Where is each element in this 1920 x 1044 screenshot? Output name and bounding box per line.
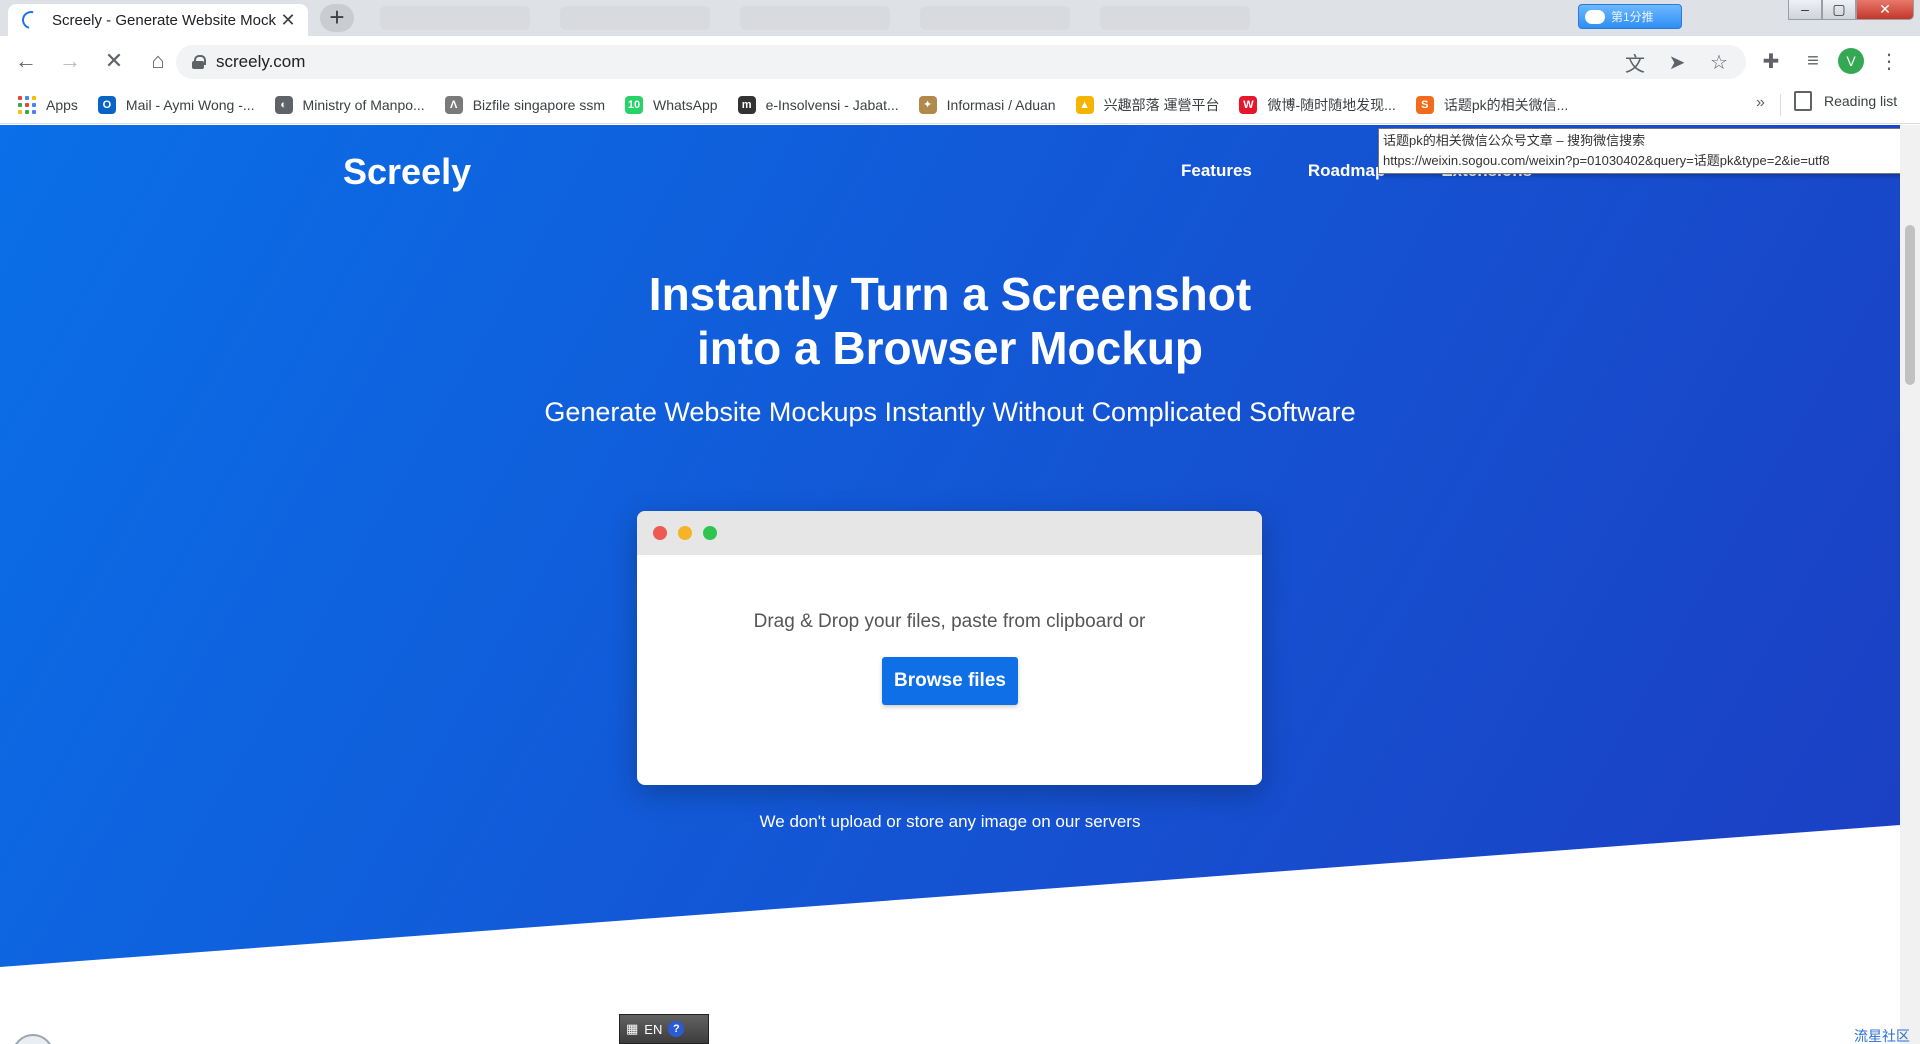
tab-strip: Screely - Generate Website Mock ✕ + 第1分推… — [0, 0, 1920, 36]
scrollbar-thumb[interactable] — [1905, 225, 1915, 385]
maximize-button[interactable]: ▢ — [1822, 0, 1856, 20]
bookmark-label: e-Insolvensi - Jabat... — [765, 96, 899, 113]
window-dot-green-icon — [703, 526, 717, 540]
hero-headline: Instantly Turn a Screenshot into a Brows… — [0, 267, 1900, 375]
background-tab[interactable] — [380, 6, 530, 30]
upload-dropzone[interactable]: Drag & Drop your files, paste from clipb… — [637, 511, 1262, 785]
headline-line-1: Instantly Turn a Screenshot — [648, 268, 1252, 320]
browse-files-button[interactable]: Browse files — [882, 657, 1018, 705]
tooltip-url: https://weixin.sogou.com/weixin?p=010304… — [1383, 153, 1830, 168]
window-controls: – ▢ ✕ — [1788, 0, 1914, 20]
bookmarks-overflow-icon[interactable]: » — [1756, 94, 1765, 112]
bookmarks-divider — [1780, 94, 1781, 116]
page-viewport: Screely Features Roadmap Extensions Inst… — [0, 125, 1900, 1044]
sogou-icon: S — [1415, 95, 1434, 114]
back-arrow-icon[interactable]: ← — [8, 43, 44, 79]
bookmark-item[interactable]: ◐ Ministry of Manpo... — [274, 95, 425, 114]
bookmark-label: Informasi / Aduan — [946, 96, 1056, 113]
nav-link-roadmap[interactable]: Roadmap — [1308, 161, 1385, 181]
bookmark-item[interactable]: ✦ Informasi / Aduan — [918, 95, 1056, 114]
globe-icon: ◐ — [274, 95, 293, 114]
background-tab[interactable] — [920, 6, 1070, 30]
mdi-icon: m — [737, 95, 756, 114]
profile-avatar[interactable]: V — [1838, 48, 1864, 74]
home-icon[interactable]: ⌂ — [140, 43, 176, 79]
window-dot-red-icon — [653, 526, 667, 540]
window-close-button[interactable]: ✕ — [1856, 0, 1914, 20]
crest-icon: ✦ — [918, 95, 937, 114]
bookmark-label: 话题pk的相关微信... — [1443, 96, 1569, 113]
link-tooltip: 话题pk的相关微信公众号文章 – 搜狗微信搜索 https://weixin.s… — [1378, 128, 1918, 174]
bookmark-star-icon[interactable]: ☆ — [1706, 49, 1732, 75]
bookmark-item[interactable]: W 微博-随时随地发现... — [1239, 95, 1396, 115]
bookmark-label: 微博-随时随地发现... — [1267, 96, 1396, 113]
stop-loading-icon[interactable]: ✕ — [96, 43, 132, 79]
headline-line-2: into a Browser Mockup — [696, 322, 1204, 374]
reading-list-label: Reading list — [1824, 93, 1898, 109]
apps-grid-icon — [18, 95, 36, 114]
cloud-extension-badge[interactable]: 第1分推 — [1578, 4, 1682, 29]
browser-menu-icon[interactable]: ⋮ — [1872, 44, 1906, 78]
bookmark-item[interactable]: Λ Bizfile singapore ssm — [444, 95, 605, 114]
tooltip-title: 话题pk的相关微信公众号文章 – 搜狗微信搜索 — [1383, 133, 1646, 148]
bookmark-label: WhatsApp — [652, 96, 718, 113]
tab-close-icon[interactable]: ✕ — [278, 10, 298, 31]
bookmark-item[interactable]: m e-Insolvensi - Jabat... — [737, 95, 899, 114]
background-tab[interactable] — [560, 6, 710, 30]
translate-icon[interactable]: 文 — [1622, 49, 1648, 76]
cloud-icon — [1585, 9, 1605, 24]
reading-list-icon — [1794, 91, 1812, 111]
new-tab-button[interactable]: + — [320, 4, 354, 32]
whatsapp-icon: 10 — [624, 95, 643, 114]
bookmark-label: Bizfile singapore ssm — [472, 96, 605, 113]
address-bar[interactable]: screely.com 文 ➤ ☆ — [176, 45, 1746, 79]
address-bar-url[interactable]: screely.com — [216, 52, 305, 72]
tab-title: Screely - Generate Website Mock — [52, 11, 276, 29]
bookmark-item[interactable]: O Mail - Aymi Wong -... — [97, 95, 255, 114]
send-to-device-icon[interactable]: ➤ — [1664, 49, 1690, 75]
bookmark-label: Apps — [46, 96, 78, 113]
bookmark-item[interactable]: ▲ 兴趣部落 運營平台 — [1075, 95, 1220, 115]
ime-toolbar[interactable]: ▦ EN ? — [619, 1014, 709, 1044]
site-logo[interactable]: Screely — [343, 151, 471, 193]
bookmarks-bar: Apps O Mail - Aymi Wong -... ◐ Ministry of M… — [0, 86, 1920, 124]
background-tab[interactable] — [1100, 6, 1250, 30]
bookmark-label: Mail - Aymi Wong -... — [125, 96, 255, 113]
bookmark-item[interactable]: 10 WhatsApp — [624, 95, 718, 114]
bookmark-label: Ministry of Manpo... — [302, 96, 425, 113]
keyboard-icon: ▦ — [626, 1021, 639, 1036]
warning-icon: ▲ — [1075, 95, 1094, 114]
background-tab[interactable] — [740, 6, 890, 30]
ime-language[interactable]: EN — [644, 1022, 662, 1037]
browser-toolbar: ← → ✕ ⌂ screely.com 文 ➤ ☆ ✚ ≡ V ⋮ — [0, 36, 1920, 86]
extensions-puzzle-icon[interactable]: ✚ — [1754, 44, 1788, 78]
forward-arrow-icon[interactable]: → — [52, 43, 88, 79]
window-dot-yellow-icon — [678, 526, 692, 540]
media-controls-icon[interactable]: ≡ — [1796, 44, 1830, 78]
nav-link-features[interactable]: Features — [1181, 161, 1252, 181]
toolbar-right-actions: ✚ ≡ V ⋮ — [1754, 44, 1906, 78]
extension-badge-label: 第1分推 — [1611, 10, 1654, 24]
bookmark-item[interactable]: S 话题pk的相关微信... — [1415, 95, 1569, 115]
lock-icon[interactable] — [192, 55, 206, 69]
dropzone-prompt: Drag & Drop your files, paste from clipb… — [753, 611, 1146, 632]
reading-list-button[interactable]: Reading list — [1794, 91, 1897, 111]
loading-spinner-icon — [18, 7, 44, 33]
weibo-icon: W — [1239, 95, 1258, 114]
tab-active[interactable]: Screely - Generate Website Mock ✕ — [8, 4, 308, 36]
page-scrollbar[interactable] — [1900, 125, 1920, 1044]
hero-subheadline: Generate Website Mockups Instantly Witho… — [544, 397, 1356, 427]
bookmark-label: 兴趣部落 運營平台 — [1103, 96, 1220, 113]
minimize-button[interactable]: – — [1788, 0, 1822, 20]
privacy-note: We don't upload or store any image on ou… — [759, 812, 1141, 831]
mock-window-bar — [637, 511, 1262, 555]
ime-help-icon[interactable]: ? — [668, 1021, 685, 1037]
watermark-logo: 流星社区 — [1854, 1028, 1910, 1044]
bookmark-item[interactable]: Apps — [18, 95, 78, 114]
bizfile-icon: Λ — [444, 95, 463, 114]
omnibox-actions: 文 ➤ ☆ — [1622, 49, 1732, 76]
outlook-icon: O — [97, 95, 116, 114]
